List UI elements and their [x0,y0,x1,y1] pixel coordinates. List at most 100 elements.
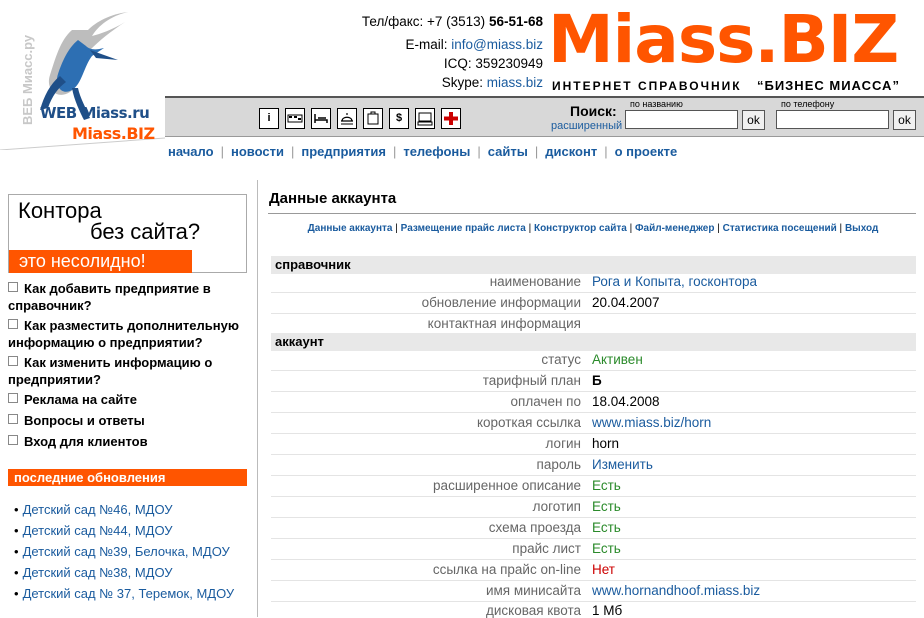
row-divider [271,454,916,455]
brand-title[interactable]: Miass.BIZ [548,2,899,78]
update-item[interactable]: • Детский сад №46, МДОУ [14,502,173,517]
row-divider [271,496,916,497]
tariff-value: Б [592,373,602,388]
medical-icon[interactable] [441,108,461,129]
main-nav: начало | новости | предприятия | телефоны | сайт… [168,144,678,159]
email-link[interactable]: info@miass.biz [451,37,543,52]
company-name-link[interactable]: Рога и Копыта, госконтора [592,274,757,289]
ext-description-value: Есть [592,478,621,493]
hotel-icon[interactable] [311,108,331,129]
checkbox-icon [8,393,18,403]
nav-companies[interactable]: предприятия [301,144,386,159]
logo-line1: WEB Miass.ru [40,104,150,122]
update-date: 20.04.2007 [592,295,660,310]
row-divider [271,292,916,293]
subnav-account-data[interactable]: Данные аккаунта [308,223,393,234]
row-label: дисковая квота [485,603,581,618]
update-link[interactable]: Детский сад №38, МДОУ [23,565,173,580]
nav-sites[interactable]: сайты [488,144,528,159]
faq-item[interactable]: Как изменить информацию о предприятии? [8,354,253,388]
money-icon[interactable]: $ [389,108,409,129]
update-item[interactable]: • Детский сад №39, Белочка, МДОУ [14,544,230,559]
faq-item[interactable]: Реклама на сайте [8,391,253,408]
search-phone-ok-button[interactable]: ok [893,110,916,130]
search-label: Поиск: [570,103,617,119]
update-link[interactable]: Детский сад № 37, Теремок, МДОУ [23,586,235,601]
update-link[interactable]: Детский сад №46, МДОУ [23,502,173,517]
advanced-search-link[interactable]: расширенный [551,120,622,132]
updates-heading: последние обновления [8,469,247,486]
minisite-link[interactable]: www.hornandhoof.miass.biz [592,583,760,598]
faq-item[interactable]: Как добавить предприятие в справочник? [8,280,253,314]
update-item[interactable]: • Детский сад № 37, Теремок, МДОУ [14,586,234,601]
update-link[interactable]: Детский сад №44, МДОУ [23,523,173,538]
checkbox-icon [8,414,18,424]
row-label: контактная информация [427,316,581,331]
short-link[interactable]: www.miass.biz/horn [592,415,711,430]
row-divider [271,538,916,539]
subnav-price-list[interactable]: Размещение прайс листа [401,223,526,234]
row-label: статус [541,352,581,367]
row-label: прайс лист [512,541,581,556]
contacts-block: Тел/факс: +7 (3513) 56-51-68 E-mail: inf… [300,12,543,92]
title-divider [268,213,916,214]
checkbox-icon [8,319,18,329]
row-divider [271,313,916,314]
row-label: оплачен по [510,394,581,409]
search-name-caption: по названию [630,99,683,109]
logo-value: Есть [592,499,621,514]
phone-label: Тел/факс: +7 (3513) [361,14,486,29]
row-divider [271,391,916,392]
status-value: Активен [592,352,643,367]
brand-subtitle: ИНТЕРНЕТ СПРАВОЧНИК “БИЗНЕС МИАССА” [552,78,900,93]
email-label: E-mail: [405,37,448,52]
row-label: короткая ссылка [476,415,581,430]
skype-link[interactable]: miass.biz [487,75,543,90]
subnav-site-builder[interactable]: Конструктор сайта [534,223,627,234]
subnav-logout[interactable]: Выход [845,223,878,234]
faq-item[interactable]: Вопросы и ответы [8,412,253,429]
row-label: расширенное описание [433,478,581,493]
row-label: имя минисайта [485,583,581,598]
search-name-ok-button[interactable]: ok [742,110,765,130]
row-label: наименование [489,274,581,289]
info-icon[interactable]: i [259,108,279,129]
route-map-value: Есть [592,520,621,535]
login-value: horn [592,436,620,451]
nav-about[interactable]: о проекте [615,144,678,159]
row-label: логотип [532,499,581,514]
nav-phones[interactable]: телефоны [403,144,470,159]
skype-label: Skype: [441,75,483,90]
search-name-input[interactable] [625,110,738,129]
shopping-icon[interactable] [363,108,383,129]
icq-text: ICQ: 359230949 [443,56,543,71]
subnav-file-manager[interactable]: Файл-менеджер [635,223,714,234]
faq-item-label: Как добавить предприятие в справочник? [8,281,211,313]
update-link[interactable]: Детский сад №39, Белочка, МДОУ [23,544,230,559]
subnav-statistics[interactable]: Статистика посещений [723,223,837,234]
row-divider [271,370,916,371]
search-phone-input[interactable] [776,110,889,129]
faq-item[interactable]: Вход для клиентов [8,433,253,450]
page-title: Данные аккаунта [269,190,397,207]
phone-number: 56-51-68 [488,14,543,29]
faq-item-label: Вопросы и ответы [24,413,145,428]
logo-line2: Miass.BIZ [72,124,155,143]
change-password-link[interactable]: Изменить [592,457,653,472]
price-list-value: Есть [592,541,621,556]
faq-item[interactable]: Как разместить дополнительную информацию… [8,317,253,351]
row-label: схема проезда [488,520,581,535]
nav-news[interactable]: новости [231,144,284,159]
promo-bar: это несолидно! [9,250,192,273]
row-label: логин [545,436,581,451]
update-item[interactable]: • Детский сад №38, МДОУ [14,565,173,580]
update-item[interactable]: • Детский сад №44, МДОУ [14,523,173,538]
taxi-icon[interactable] [285,108,305,129]
computer-icon[interactable] [415,108,435,129]
nav-discount[interactable]: дисконт [545,144,597,159]
brand-subtitle-text: ИНТЕРНЕТ СПРАВОЧНИК [552,79,742,93]
column-divider [257,180,258,617]
nav-home[interactable]: начало [168,144,214,159]
food-icon[interactable] [337,108,357,129]
online-price-link-value: Нет [592,562,615,577]
